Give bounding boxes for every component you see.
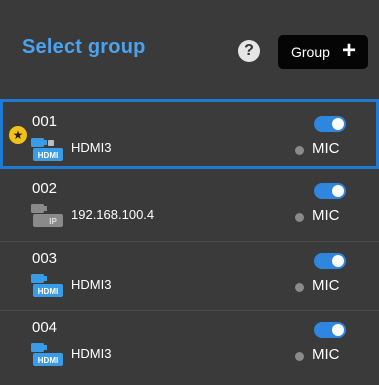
hdmi-camera-icon: HDMI	[31, 138, 63, 161]
group-source: HDMI3	[71, 140, 112, 155]
group-row[interactable]: 002 IP 192.168.100.4 MIC	[0, 172, 379, 242]
mic-label: MIC	[312, 207, 340, 224]
dot-icon	[295, 352, 304, 361]
group-row[interactable]: ★ 001 HDMI HDMI3 MIC	[0, 99, 379, 169]
svg-text:HDMI: HDMI	[38, 287, 58, 296]
group-enable-toggle[interactable]	[314, 253, 346, 269]
svg-text:IP: IP	[49, 217, 57, 226]
group-name: 003	[32, 250, 58, 267]
svg-text:HDMI: HDMI	[38, 151, 58, 160]
hdmi-camera-icon: HDMI	[31, 274, 63, 297]
group-name: 002	[32, 180, 58, 197]
add-group-button[interactable]: Group +	[278, 35, 368, 69]
add-group-label: Group	[291, 44, 330, 60]
group-name: 001	[32, 113, 58, 130]
help-button[interactable]: ?	[238, 40, 260, 62]
group-enable-toggle[interactable]	[314, 116, 346, 132]
dot-icon	[295, 283, 304, 292]
panel-header: Select group ? Group +	[0, 0, 379, 96]
star-icon[interactable]: ★	[9, 126, 27, 144]
group-name: 004	[32, 319, 58, 336]
group-row[interactable]: 003 HDMI HDMI3 MIC	[0, 241, 379, 311]
dot-icon	[295, 213, 304, 222]
question-icon: ?	[244, 42, 254, 59]
group-source: 192.168.100.4	[71, 207, 155, 222]
group-enable-toggle[interactable]	[314, 322, 346, 338]
page-title: Select group	[22, 36, 146, 58]
dot-icon	[295, 146, 304, 155]
group-source: HDMI3	[71, 346, 112, 361]
group-enable-toggle[interactable]	[314, 183, 346, 199]
hdmi-camera-icon: HDMI	[31, 343, 63, 366]
mic-label: MIC	[312, 140, 340, 157]
mic-label: MIC	[312, 277, 340, 294]
mic-label: MIC	[312, 346, 340, 363]
svg-text:HDMI: HDMI	[38, 356, 58, 365]
group-panel: Select group ? Group + ★ 001 HDMI HDMI3 …	[0, 0, 379, 385]
ip-camera-icon: IP	[31, 204, 63, 227]
group-row[interactable]: 004 HDMI HDMI3 MIC	[0, 310, 379, 380]
group-source: HDMI3	[71, 277, 112, 292]
plus-icon: +	[342, 37, 357, 64]
